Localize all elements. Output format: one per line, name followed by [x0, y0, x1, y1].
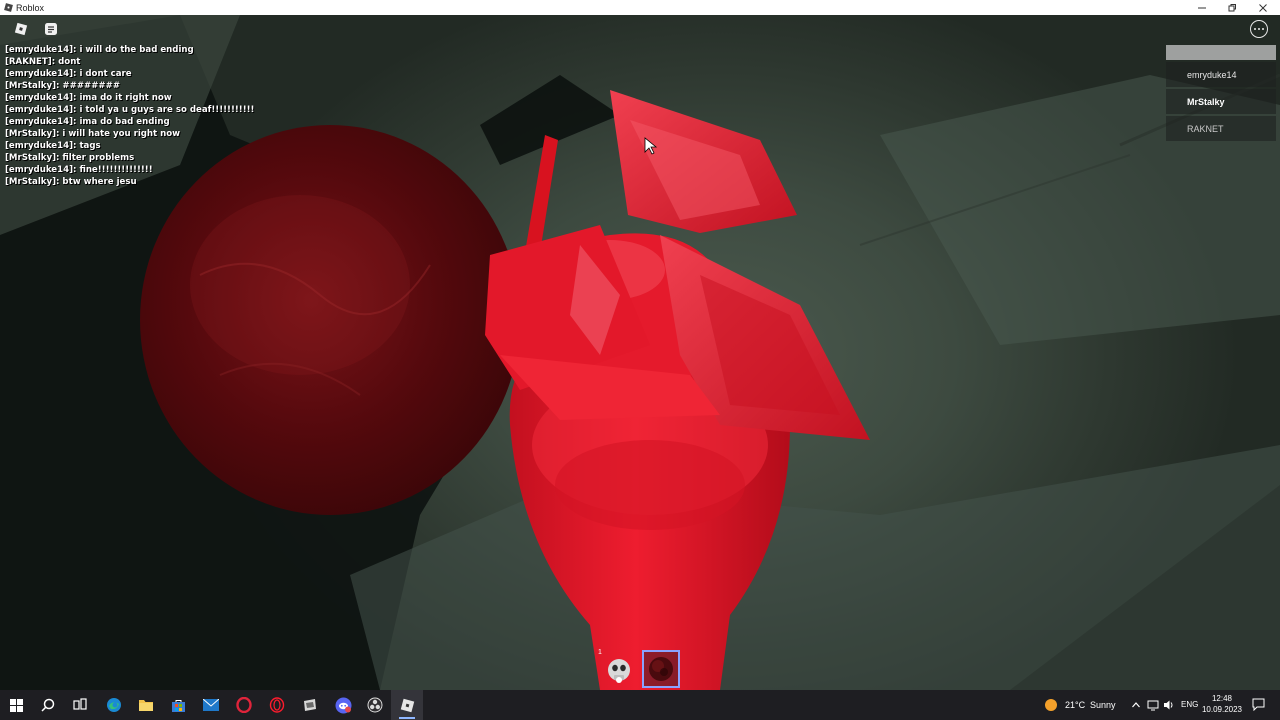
- chat-toggle-button[interactable]: [42, 20, 60, 38]
- roblox-icon: [400, 698, 414, 712]
- more-options-button[interactable]: [1250, 20, 1268, 38]
- sun-icon: [1045, 699, 1057, 711]
- chat-message: [emryduke14]: i dont care: [5, 69, 132, 79]
- player-list-item[interactable]: RAKNET: [1166, 116, 1276, 141]
- app-icon: [304, 699, 316, 711]
- weather-widget[interactable]: [1036, 690, 1066, 720]
- roblox-logo-icon: [14, 22, 28, 36]
- maximize-button[interactable]: [1217, 0, 1247, 15]
- chat-icon: [45, 23, 57, 35]
- obs-icon: [367, 697, 383, 713]
- weather-condition[interactable]: Sunny: [1090, 700, 1116, 710]
- edge-button[interactable]: [98, 690, 130, 720]
- minimize-button[interactable]: [1187, 0, 1217, 15]
- chat-message: [emryduke14]: tags: [5, 141, 101, 151]
- chat-message: [MrStalky]: btw where jesu: [5, 177, 137, 187]
- app-button[interactable]: [294, 690, 326, 720]
- hotbar-slot-1[interactable]: 1: [598, 649, 638, 688]
- roblox-taskbar-button[interactable]: [391, 690, 423, 720]
- chat-message: [MrStalky]: ########: [5, 81, 121, 91]
- mail-icon: [203, 699, 219, 711]
- window-title: Roblox: [16, 2, 45, 13]
- dot-icon: [1254, 28, 1256, 30]
- chat-message: [MrStalky]: i will hate you right now: [5, 129, 181, 139]
- opera-gx-icon: [236, 697, 252, 713]
- chat-message: [emryduke14]: i told ya u guys are so de…: [5, 105, 255, 115]
- chevron-up-icon[interactable]: [1131, 700, 1141, 710]
- player-name: emryduke14: [1187, 69, 1237, 80]
- clock-time: 12:48: [1211, 694, 1233, 703]
- search-button[interactable]: [32, 690, 64, 720]
- task-view-icon: [73, 698, 87, 710]
- window-titlebar[interactable]: Roblox: [0, 0, 1280, 15]
- dark-orb-tool-icon: [649, 657, 673, 681]
- opera-gx-button[interactable]: [228, 690, 260, 720]
- chat-log: [emryduke14]: i will do the bad ending […: [5, 44, 265, 188]
- discord-icon: [335, 697, 351, 713]
- start-icon: [9, 698, 23, 712]
- mouse-cursor-icon: [644, 137, 658, 155]
- clock[interactable]: 12:48 10.09.2023: [1200, 693, 1244, 715]
- windows-taskbar: 21°C Sunny ENG 12:48 10.09.2023: [0, 690, 1280, 720]
- file-explorer-icon: [139, 700, 153, 711]
- hotbar-slot-2[interactable]: [642, 650, 680, 688]
- clock-date: 10.09.2023: [1201, 705, 1243, 714]
- roblox-logo-icon: [3, 3, 13, 13]
- file-explorer-button[interactable]: [130, 690, 162, 720]
- start-button[interactable]: [0, 690, 32, 720]
- language-indicator[interactable]: ENG: [1181, 700, 1198, 709]
- opera-icon: [269, 697, 285, 713]
- skull-tool-icon: [608, 659, 630, 683]
- task-view-button[interactable]: [64, 690, 96, 720]
- player-list: emryduke14 MrStalky RAKNET: [1166, 45, 1276, 143]
- edge-icon: [107, 698, 121, 712]
- chat-message: [RAKNET]: dont: [5, 57, 81, 67]
- notification-icon[interactable]: [1252, 698, 1265, 711]
- chat-message: [emryduke14]: i will do the bad ending: [5, 45, 194, 55]
- network-icon[interactable]: [1147, 699, 1159, 711]
- slot-number: 1: [598, 649, 602, 656]
- mail-button[interactable]: [195, 690, 227, 720]
- dot-icon: [1262, 28, 1264, 30]
- close-button[interactable]: [1248, 0, 1278, 15]
- obs-button[interactable]: [359, 690, 391, 720]
- roblox-home-button[interactable]: [12, 20, 30, 38]
- chat-message: [emryduke14]: fine!!!!!!!!!!!!!!: [5, 165, 153, 175]
- dot-icon: [1258, 28, 1260, 30]
- search-icon: [41, 698, 55, 712]
- chat-message: [emryduke14]: ima do it right now: [5, 93, 172, 103]
- player-name: MrStalky: [1187, 96, 1225, 107]
- store-icon: [171, 699, 185, 712]
- volume-icon[interactable]: [1163, 699, 1175, 711]
- player-list-item[interactable]: emryduke14: [1166, 62, 1276, 87]
- weather-temp[interactable]: 21°C: [1065, 700, 1085, 710]
- chat-message: [emryduke14]: ima do bad ending: [5, 117, 170, 127]
- player-name: RAKNET: [1187, 123, 1224, 134]
- chat-message: [MrStalky]: filter problems: [5, 153, 135, 163]
- player-list-header: [1166, 45, 1276, 60]
- discord-button[interactable]: [327, 690, 359, 720]
- roblox-window: Roblox [emryduke14]: i will do the bad e…: [0, 0, 1280, 720]
- player-list-item[interactable]: MrStalky: [1166, 89, 1276, 114]
- opera-button[interactable]: [261, 690, 293, 720]
- store-button[interactable]: [162, 690, 194, 720]
